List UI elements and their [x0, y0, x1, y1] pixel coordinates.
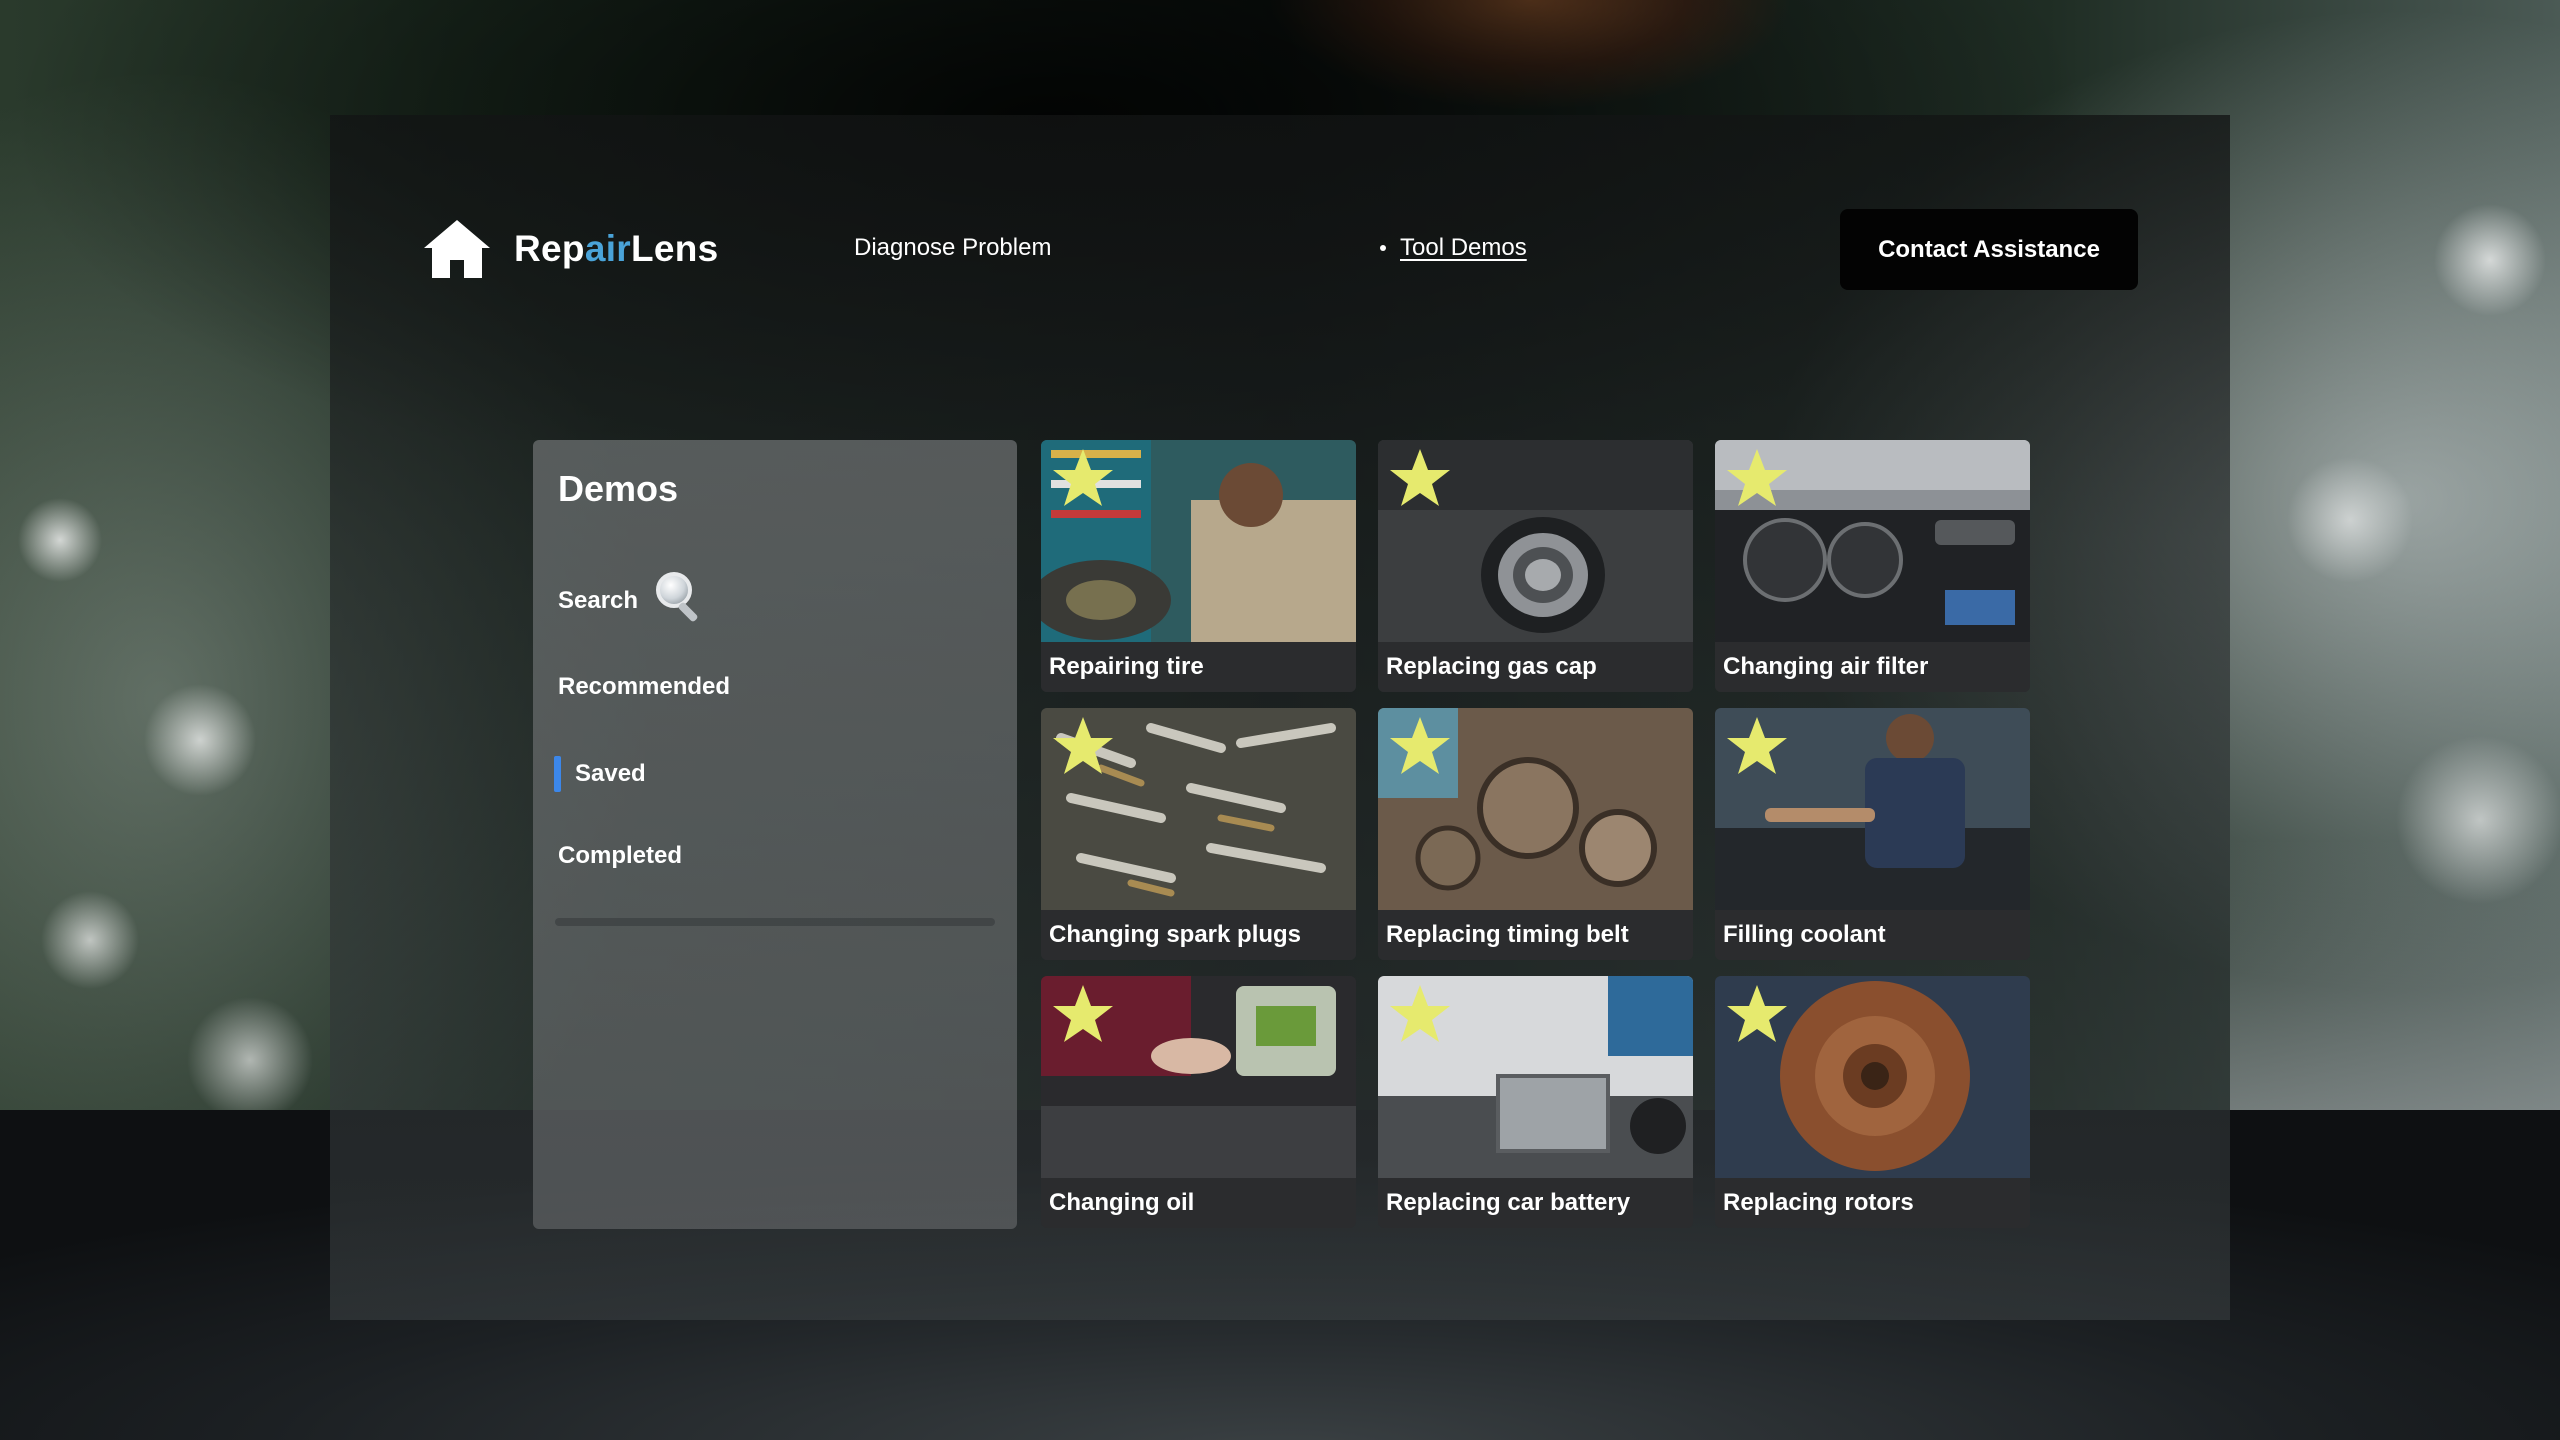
demo-card-repairing-tire[interactable]: Repairing tire [1041, 440, 1356, 692]
demo-card-changing-spark-plugs[interactable]: Changing spark plugs [1041, 708, 1356, 960]
contact-assistance-button[interactable]: Contact Assistance [1840, 209, 2138, 290]
star-icon[interactable] [1388, 983, 1452, 1045]
demo-card-replacing-gas-cap[interactable]: Replacing gas cap [1378, 440, 1693, 692]
snowy-trees-left [0, 420, 330, 1140]
nav-tool-demos[interactable]: Tool Demos [1380, 234, 1527, 262]
demos-sidebar: Demos Search Recommended Saved Completed [533, 440, 1017, 1229]
active-dot-icon [1380, 245, 1386, 251]
demo-card-replacing-timing-belt[interactable]: Replacing timing belt [1378, 708, 1693, 960]
sidebar-title: Demos [558, 468, 679, 509]
brand-name: RepairLens [514, 228, 719, 269]
sidebar-scrollbar[interactable] [555, 918, 995, 926]
active-indicator [554, 756, 561, 792]
demo-title: Filling coolant [1715, 910, 2030, 960]
demo-title: Replacing rotors [1715, 1178, 2030, 1228]
demo-title: Changing air filter [1715, 642, 2030, 692]
demo-title: Changing spark plugs [1041, 910, 1356, 960]
sidebar-item-completed[interactable]: Completed [558, 842, 682, 870]
demo-card-replacing-car-battery[interactable]: Replacing car battery [1378, 976, 1693, 1228]
magnifier-icon [656, 572, 698, 622]
demo-card-changing-oil[interactable]: Changing oil [1041, 976, 1356, 1228]
star-icon[interactable] [1725, 715, 1789, 777]
sidebar-item-search[interactable]: Search [558, 572, 708, 624]
demo-title: Replacing timing belt [1378, 910, 1693, 960]
star-icon[interactable] [1725, 983, 1789, 1045]
demo-grid: Repairing tire Replacing gas cap Changin… [1041, 440, 2031, 1228]
star-icon[interactable] [1051, 447, 1115, 509]
star-icon[interactable] [1051, 983, 1115, 1045]
demo-title: Changing oil [1041, 1178, 1356, 1228]
demo-title: Replacing car battery [1378, 1178, 1693, 1228]
demo-title: Repairing tire [1041, 642, 1356, 692]
sidebar-item-saved[interactable]: Saved [554, 756, 646, 792]
star-icon[interactable] [1388, 715, 1452, 777]
demo-title: Replacing gas cap [1378, 642, 1693, 692]
star-icon[interactable] [1725, 447, 1789, 509]
star-icon[interactable] [1051, 715, 1115, 777]
demo-card-changing-air-filter[interactable]: Changing air filter [1715, 440, 2030, 692]
home-icon [424, 220, 490, 278]
brand-logo[interactable]: RepairLens [422, 218, 719, 280]
demo-card-filling-coolant[interactable]: Filling coolant [1715, 708, 2030, 960]
sidebar-item-recommended[interactable]: Recommended [558, 673, 730, 701]
nav-diagnose-problem[interactable]: Diagnose Problem [854, 234, 1051, 262]
star-icon[interactable] [1388, 447, 1452, 509]
demo-card-replacing-rotors[interactable]: Replacing rotors [1715, 976, 2030, 1228]
